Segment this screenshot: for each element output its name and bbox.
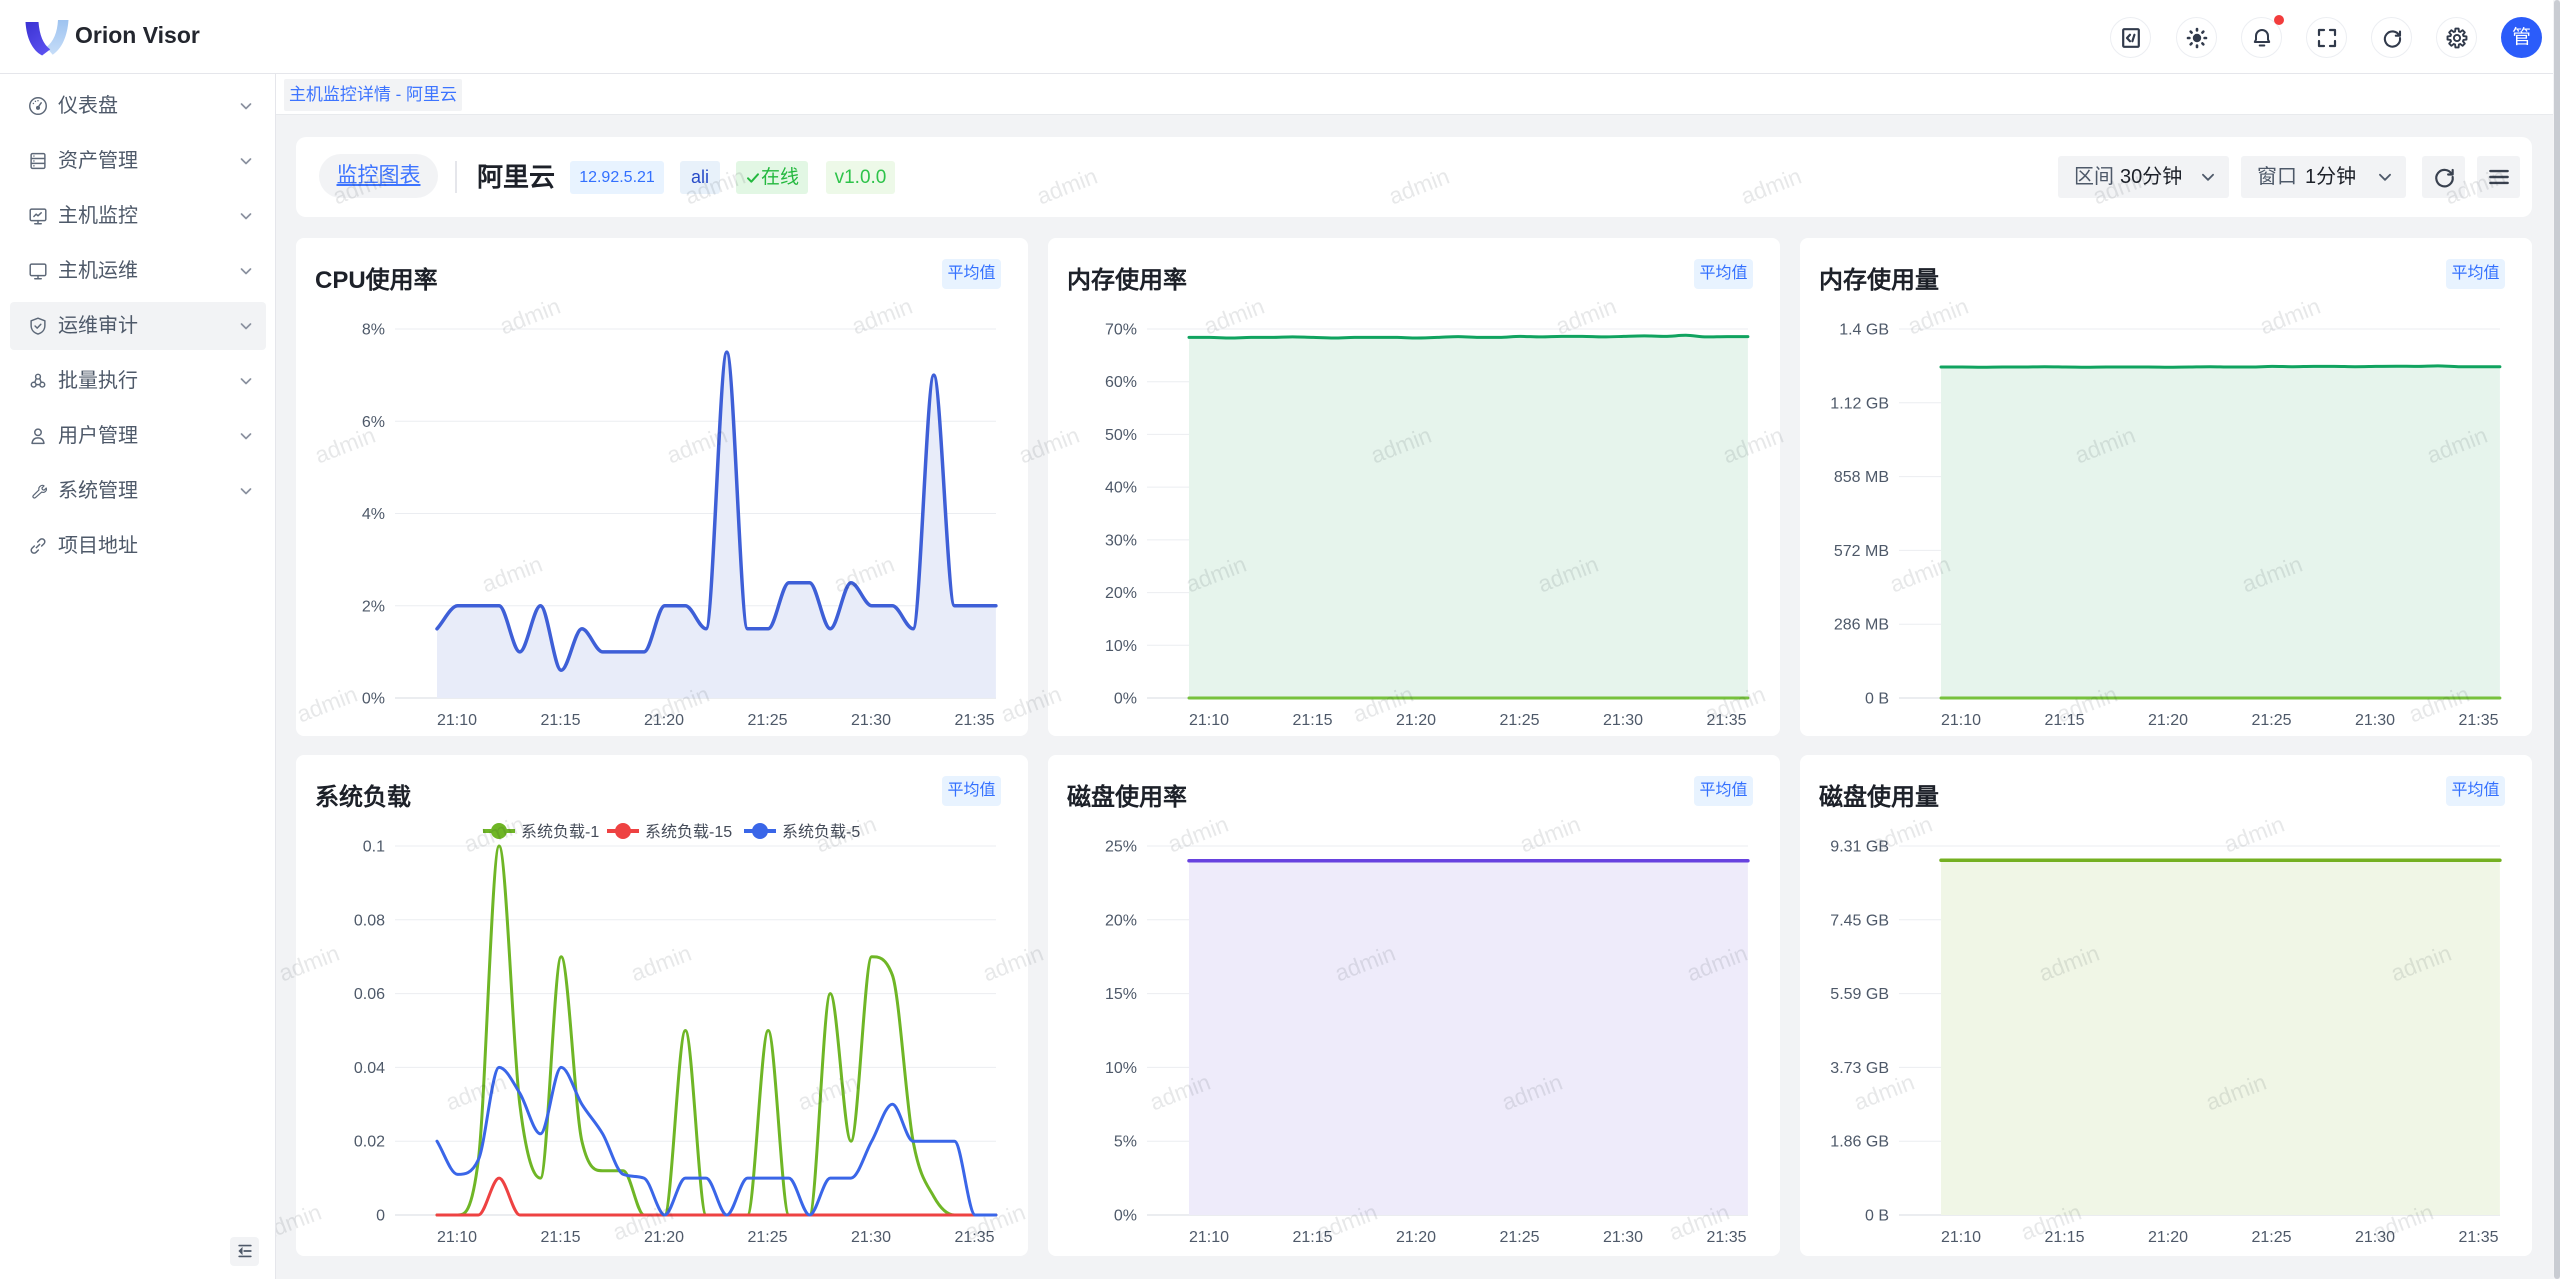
svg-text:21:25: 21:25: [747, 1229, 787, 1246]
svg-text:40%: 40%: [1105, 480, 1137, 497]
svg-text:21:15: 21:15: [540, 712, 580, 729]
svg-text:10%: 10%: [1105, 638, 1137, 655]
svg-text:15%: 15%: [1105, 986, 1137, 1003]
svg-text:0%: 0%: [1114, 1208, 1137, 1225]
svg-text:21:10: 21:10: [1189, 712, 1229, 729]
svg-text:1.86 GB: 1.86 GB: [1830, 1134, 1889, 1151]
svg-text:21:25: 21:25: [1499, 712, 1539, 729]
svg-text:21:15: 21:15: [2044, 1229, 2084, 1246]
svg-text:21:20: 21:20: [644, 1229, 684, 1246]
svg-text:21:35: 21:35: [1706, 712, 1746, 729]
svg-text:6%: 6%: [362, 414, 385, 431]
svg-text:0 B: 0 B: [1865, 1208, 1889, 1225]
svg-text:21:35: 21:35: [2458, 712, 2498, 729]
svg-text:系统负载-15: 系统负载-15: [645, 823, 732, 841]
svg-text:21:25: 21:25: [1499, 1229, 1539, 1246]
svg-text:0.06: 0.06: [354, 986, 385, 1003]
svg-text:21:30: 21:30: [1603, 1229, 1643, 1246]
svg-text:21:35: 21:35: [954, 712, 994, 729]
svg-text:21:10: 21:10: [1189, 1229, 1229, 1246]
svg-text:572 MB: 572 MB: [1834, 543, 1889, 560]
svg-text:21:10: 21:10: [1941, 712, 1981, 729]
svg-text:21:15: 21:15: [1292, 1229, 1332, 1246]
svg-text:2%: 2%: [362, 598, 385, 615]
svg-text:25%: 25%: [1105, 839, 1137, 856]
svg-text:10%: 10%: [1105, 1060, 1137, 1077]
svg-text:21:25: 21:25: [2251, 1229, 2291, 1246]
svg-text:7.45 GB: 7.45 GB: [1830, 912, 1889, 929]
svg-text:21:20: 21:20: [2148, 712, 2188, 729]
svg-text:21:20: 21:20: [1396, 712, 1436, 729]
svg-text:21:30: 21:30: [2355, 1229, 2395, 1246]
svg-text:5.59 GB: 5.59 GB: [1830, 986, 1889, 1003]
svg-text:1.4 GB: 1.4 GB: [1839, 322, 1889, 339]
svg-text:21:30: 21:30: [851, 1229, 891, 1246]
svg-text:21:15: 21:15: [1292, 712, 1332, 729]
svg-text:0 B: 0 B: [1865, 691, 1889, 708]
svg-text:21:15: 21:15: [2044, 712, 2084, 729]
svg-text:8%: 8%: [362, 322, 385, 339]
svg-text:21:10: 21:10: [1941, 1229, 1981, 1246]
svg-text:20%: 20%: [1105, 912, 1137, 929]
svg-text:21:35: 21:35: [1706, 1229, 1746, 1246]
svg-text:858 MB: 858 MB: [1834, 469, 1889, 486]
svg-text:0%: 0%: [1114, 691, 1137, 708]
svg-text:0%: 0%: [362, 691, 385, 708]
svg-text:286 MB: 286 MB: [1834, 617, 1889, 634]
svg-text:21:20: 21:20: [2148, 1229, 2188, 1246]
svg-text:21:20: 21:20: [644, 712, 684, 729]
svg-text:21:20: 21:20: [1396, 1229, 1436, 1246]
svg-text:0: 0: [376, 1208, 385, 1225]
svg-text:21:10: 21:10: [437, 1229, 477, 1246]
svg-text:4%: 4%: [362, 506, 385, 523]
svg-text:0.08: 0.08: [354, 912, 385, 929]
svg-text:30%: 30%: [1105, 532, 1137, 549]
svg-text:系统负载-1: 系统负载-1: [521, 823, 599, 841]
svg-text:21:30: 21:30: [1603, 712, 1643, 729]
svg-text:21:30: 21:30: [2355, 712, 2395, 729]
svg-text:21:30: 21:30: [851, 712, 891, 729]
svg-text:60%: 60%: [1105, 374, 1137, 391]
svg-text:0.1: 0.1: [363, 839, 385, 856]
svg-text:1.12 GB: 1.12 GB: [1830, 395, 1889, 412]
svg-text:系统负载-5: 系统负载-5: [782, 823, 860, 841]
svg-text:21:25: 21:25: [747, 712, 787, 729]
svg-text:21:10: 21:10: [437, 712, 477, 729]
svg-text:9.31 GB: 9.31 GB: [1830, 839, 1889, 856]
svg-text:70%: 70%: [1105, 322, 1137, 339]
svg-text:0.04: 0.04: [354, 1060, 385, 1077]
svg-text:20%: 20%: [1105, 585, 1137, 602]
svg-text:21:35: 21:35: [2458, 1229, 2498, 1246]
svg-text:0.02: 0.02: [354, 1134, 385, 1151]
svg-text:50%: 50%: [1105, 427, 1137, 444]
svg-text:21:25: 21:25: [2251, 712, 2291, 729]
svg-text:5%: 5%: [1114, 1134, 1137, 1151]
svg-text:21:15: 21:15: [540, 1229, 580, 1246]
svg-text:21:35: 21:35: [954, 1229, 994, 1246]
svg-text:3.73 GB: 3.73 GB: [1830, 1060, 1889, 1077]
